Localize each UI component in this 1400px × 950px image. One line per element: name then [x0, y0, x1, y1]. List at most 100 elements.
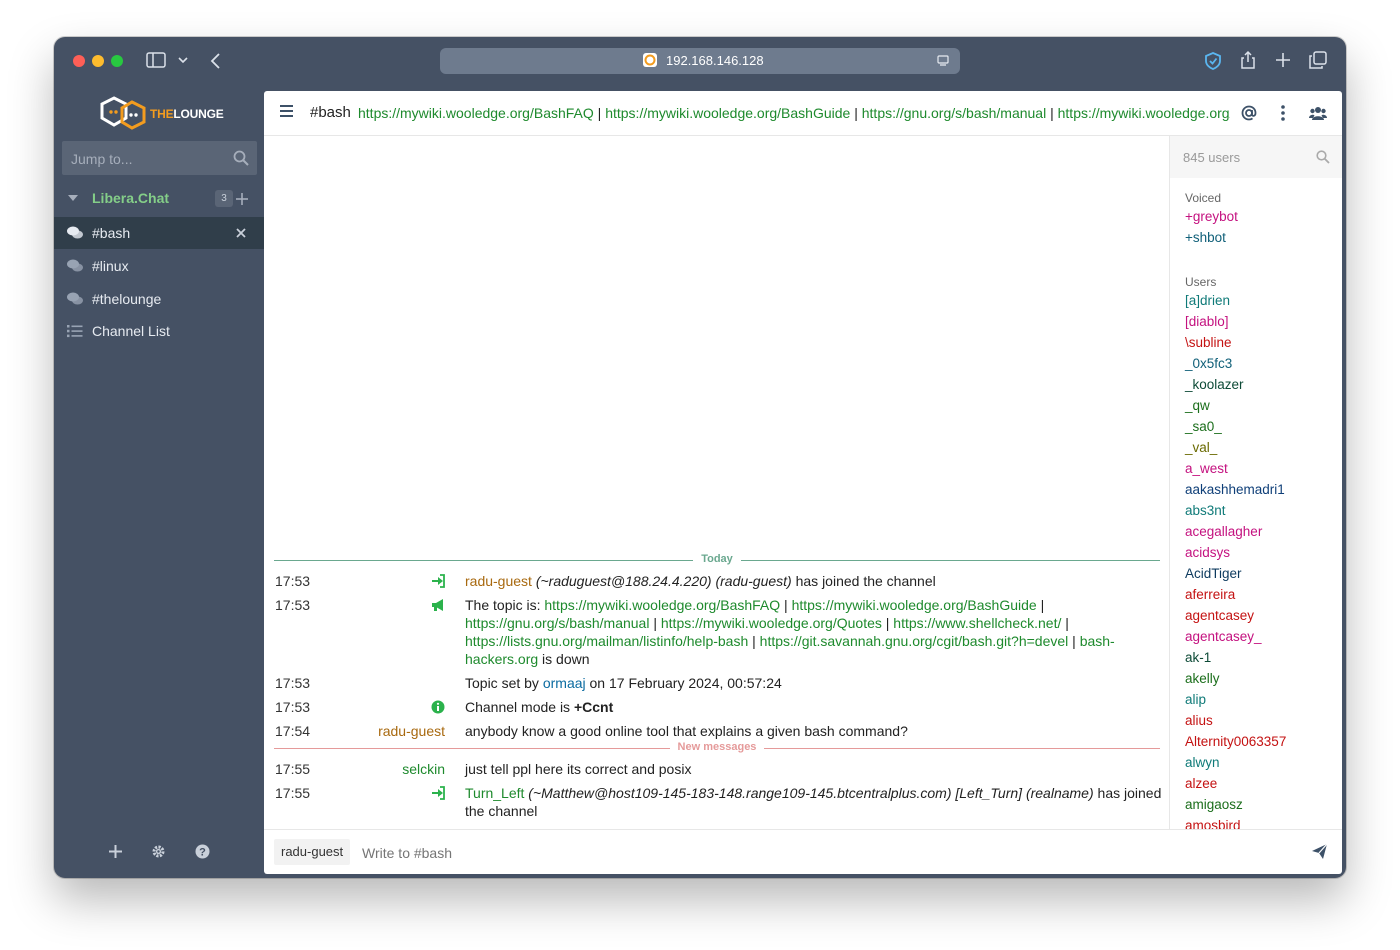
user-list-item[interactable]: acegallagher: [1185, 524, 1262, 539]
zoom-window-button[interactable]: [111, 55, 123, 67]
user-list-item[interactable]: [diablo]: [1185, 314, 1229, 329]
topic-link[interactable]: https://mywiki.wooledge.org/Quotes: [661, 615, 882, 631]
user-list-item[interactable]: akelly: [1185, 671, 1220, 686]
topic-link[interactable]: https://www.shellcheck.net/: [893, 615, 1061, 631]
topic-link[interactable]: https://git.savannah.gnu.org/cgit/bash.g…: [760, 633, 1069, 649]
new-messages-label: New messages: [669, 741, 765, 753]
message-text: anybody know a good online tool that exp…: [465, 723, 908, 739]
add-network-icon[interactable]: [109, 845, 122, 858]
message-nick[interactable]: ormaaj: [543, 675, 586, 691]
user-list-item[interactable]: [a]drien: [1185, 293, 1230, 308]
tab-overview-icon[interactable]: [1309, 51, 1327, 69]
info-icon: [431, 700, 445, 714]
message-time: 17:55: [275, 761, 311, 777]
back-arrow-icon[interactable]: [209, 52, 221, 70]
user-search-input[interactable]: 845 users: [1170, 136, 1342, 178]
user-list-item[interactable]: _qw: [1185, 398, 1210, 413]
topic-link[interactable]: https://mywiki.wooledge.org/: [1058, 105, 1230, 121]
user-list-item[interactable]: agentcasey_: [1185, 629, 1262, 644]
voiced-group-label: Voiced: [1185, 191, 1222, 205]
new-tab-icon[interactable]: [1275, 52, 1291, 68]
topic-link[interactable]: https://mywiki.wooledge.org/BashFAQ: [544, 597, 780, 613]
topic-link[interactable]: https://mywiki.wooledge.org/BashGuide: [605, 105, 850, 121]
user-list-item[interactable]: +shbot: [1185, 230, 1226, 245]
close-icon[interactable]: [236, 228, 246, 238]
menu-icon[interactable]: [280, 105, 293, 117]
user-list-item[interactable]: aakashhemadri1: [1185, 482, 1285, 497]
message-row: 17:53 Topic set by ormaaj on 17 February…: [275, 675, 782, 691]
user-list-item[interactable]: a_west: [1185, 461, 1228, 476]
topic-link[interactable]: https://gnu.org/s/bash/manual: [862, 105, 1046, 121]
sidebar-item-linux[interactable]: #linux: [54, 250, 264, 282]
user-list-item[interactable]: alius: [1185, 713, 1213, 728]
message-area[interactable]: Today 17:53 radu-guest (~raduguest@188.2…: [264, 136, 1169, 829]
message-time: 17:53: [275, 675, 311, 691]
more-options-icon[interactable]: [1272, 102, 1294, 124]
topic-link[interactable]: https://mywiki.wooledge.org/BashFAQ: [358, 105, 594, 121]
sidebar-item-bash[interactable]: #bash: [54, 217, 264, 249]
user-list-item[interactable]: amosbird: [1185, 818, 1241, 829]
chat-bubbles-icon: [67, 226, 83, 239]
user-list-item[interactable]: Alternity0063357: [1185, 734, 1286, 749]
user-list-item[interactable]: aferreira: [1185, 587, 1235, 602]
close-window-button[interactable]: [73, 55, 85, 67]
reader-icon[interactable]: [936, 54, 950, 68]
network-libera[interactable]: Libera.Chat 3: [54, 185, 264, 215]
megaphone-icon: [432, 599, 443, 611]
new-messages-divider: New messages: [274, 741, 1160, 755]
mentions-icon[interactable]: [1238, 102, 1260, 124]
send-icon[interactable]: [1310, 842, 1330, 862]
sidebar-item-thelounge[interactable]: #thelounge: [54, 283, 264, 315]
message-input[interactable]: [362, 843, 1282, 863]
date-divider-label: Today: [693, 553, 741, 565]
user-list-item[interactable]: alwyn: [1185, 755, 1220, 770]
sidebar-item-channel-list[interactable]: Channel List: [54, 315, 264, 347]
user-list-item[interactable]: _koolazer: [1185, 377, 1244, 392]
message-nick[interactable]: Turn_Left: [465, 785, 524, 801]
user-list-item[interactable]: amigaosz: [1185, 797, 1243, 812]
topic-link[interactable]: https://gnu.org/s/bash/manual: [465, 615, 649, 631]
channel-label: #thelounge: [92, 291, 162, 307]
own-nick[interactable]: radu-guest: [274, 839, 351, 865]
gear-icon[interactable]: [151, 844, 166, 859]
search-icon: [233, 150, 249, 166]
date-divider: Today: [274, 553, 1160, 567]
address-bar[interactable]: 192.168.146.128: [440, 48, 960, 74]
chat-bubbles-icon: [67, 292, 83, 305]
user-list-item[interactable]: acidsys: [1185, 545, 1230, 560]
channel-sidebar: THELOUNGE Jump to... Libera.Chat 3 #bash…: [54, 87, 264, 878]
user-list-item[interactable]: _0x5fc3: [1185, 356, 1232, 371]
help-icon[interactable]: ?: [195, 844, 210, 859]
message-nick[interactable]: radu-guest: [378, 722, 445, 740]
sidebar-toggle-icon[interactable]: [146, 52, 166, 68]
chevron-down-icon[interactable]: [178, 57, 188, 65]
add-channel-icon[interactable]: [236, 193, 248, 205]
collapse-caret-icon[interactable]: [68, 195, 78, 202]
users-group-label: Users: [1185, 275, 1217, 289]
svg-text:?: ?: [199, 847, 206, 859]
user-list-item[interactable]: AcidTiger: [1185, 566, 1242, 581]
user-list-item[interactable]: alip: [1185, 692, 1206, 707]
user-list-item[interactable]: ak-1: [1185, 650, 1211, 665]
topic-link[interactable]: https://mywiki.wooledge.org/BashGuide: [792, 597, 1037, 613]
user-list-item[interactable]: agentcasey: [1185, 608, 1254, 623]
user-list-item[interactable]: abs3nt: [1185, 503, 1226, 518]
message-time: 17:53: [275, 597, 311, 613]
topic-link[interactable]: https://lists.gnu.org/mailman/listinfo/h…: [465, 633, 748, 649]
message-nick[interactable]: selckin: [402, 760, 445, 778]
users-icon[interactable]: [1307, 102, 1329, 124]
channel-topic[interactable]: https://mywiki.wooledge.org/BashFAQ | ht…: [358, 105, 1230, 121]
shield-icon[interactable]: [1203, 51, 1223, 71]
sidebar-footer: ?: [54, 828, 264, 878]
network-badge: 3: [215, 190, 233, 207]
user-list-item[interactable]: _val_: [1185, 440, 1217, 455]
share-icon[interactable]: [1239, 50, 1257, 70]
message-nick[interactable]: radu-guest: [465, 573, 532, 589]
jump-to-input[interactable]: Jump to...: [62, 141, 257, 175]
user-list-item[interactable]: _sa0_: [1185, 419, 1222, 434]
join-icon: [432, 574, 445, 588]
user-list-item[interactable]: alzee: [1185, 776, 1217, 791]
user-list-item[interactable]: \subline: [1185, 335, 1232, 350]
minimize-window-button[interactable]: [92, 55, 104, 67]
user-list-item[interactable]: +greybot: [1185, 209, 1238, 224]
